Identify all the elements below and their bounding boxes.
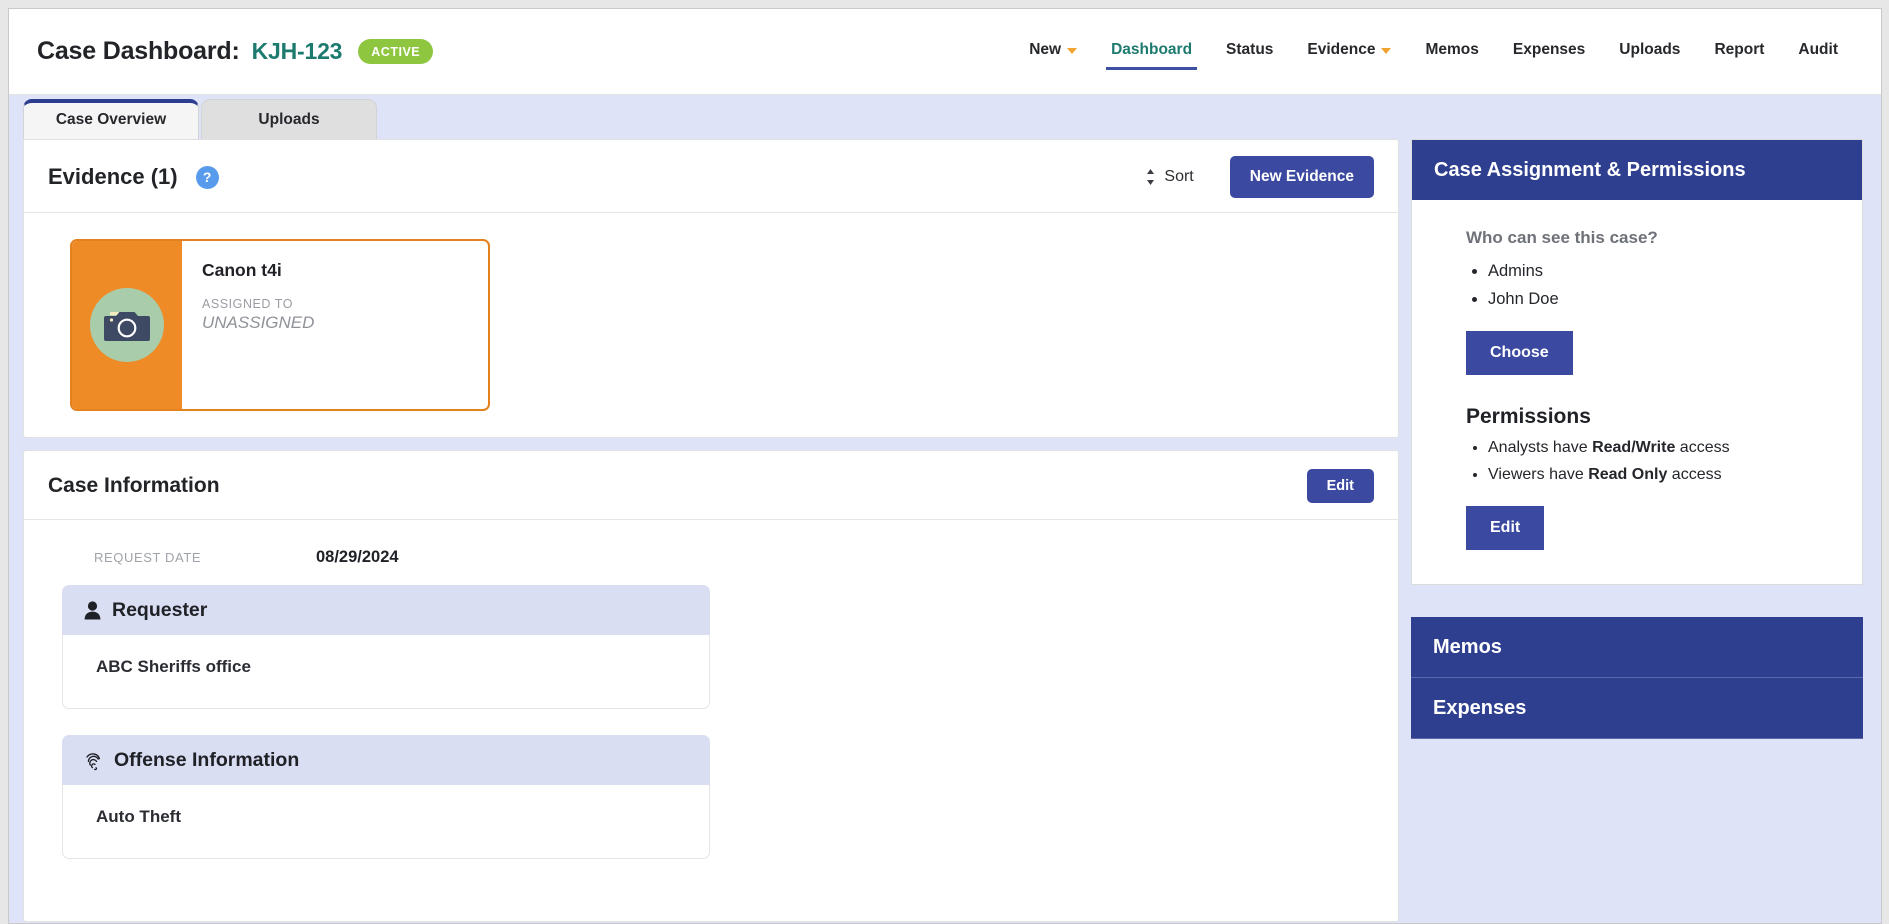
requester-group-value: ABC Sheriffs office [62,635,710,709]
evidence-card-name: Canon t4i [202,260,282,280]
case-information-title: Case Information [48,474,220,497]
case-assignment-header: Case Assignment & Permissions [1412,140,1862,200]
tab-case-overview[interactable]: Case Overview [23,99,199,139]
evidence-panel: Evidence (1) ? Sort New Evidence Canon t… [23,139,1399,438]
thumbnail-circle [90,288,164,362]
evidence-header-left: Evidence (1) ? [48,164,219,190]
requester-group: Requester ABC Sheriffs office [62,585,710,709]
permission-suffix: access [1667,466,1722,483]
requester-group-header: Requester [62,585,710,635]
nav-item-label: Expenses [1512,41,1586,58]
nav-item-dashboard[interactable]: Dashboard [1094,33,1209,70]
nav-item-report[interactable]: Report [1697,33,1781,70]
fingerprint-icon [86,753,101,771]
case-assignment-card: Case Assignment & Permissions Who can se… [1411,139,1863,585]
who-can-see-label: Who can see this case? [1466,228,1658,247]
camera-icon [104,312,150,341]
chevron-down-icon [1381,48,1392,54]
viewers-list: Admins John Doe [1466,262,1840,309]
permission-suffix: access [1675,439,1730,456]
nav-item-status[interactable]: Status [1209,33,1290,70]
question-mark-icon[interactable]: ? [195,165,219,189]
nav-item-memos[interactable]: Memos [1408,33,1495,70]
nav-item-label: Memos [1425,41,1479,58]
sort-arrows-icon [1145,168,1156,186]
offense-group-value: Auto Theft [62,785,710,859]
nav-item-label: Evidence [1307,41,1376,58]
status-badge: ACTIVE [358,39,434,64]
person-icon [84,601,101,620]
updown-arrows-icon [1147,169,1155,185]
collapsed-sections: Memos Expenses [1411,617,1863,739]
evidence-card-info: Canon t4i ASSIGNED TO UNASSIGNED [182,241,488,409]
case-information-edit-button[interactable]: Edit [1306,469,1374,503]
page-title-group: Case Dashboard: KJH-123 ACTIVE [37,37,434,66]
offense-group: Offense Information Auto Theft [62,735,710,859]
sidebar-column: Case Assignment & Permissions Who can se… [1411,139,1863,739]
evidence-header-right: Sort New Evidence [1145,156,1374,198]
permission-level: Read Only [1588,466,1668,483]
collapsed-section-memos[interactable]: Memos [1411,617,1863,678]
evidence-assignee-value: UNASSIGNED [202,313,315,332]
evidence-title: Evidence (1) [48,164,178,189]
sort-button[interactable]: Sort [1145,168,1194,186]
evidence-header: Evidence (1) ? Sort New Evidence [24,140,1398,213]
nav-item-label: Uploads [1619,41,1681,58]
nav-item-uploads[interactable]: Uploads [1602,33,1697,70]
permissions-title: Permissions [1466,405,1591,428]
main-column: Evidence (1) ? Sort New Evidence Canon t… [23,139,1399,922]
request-date-label: REQUEST DATE [94,550,202,565]
permission-prefix: Viewers have [1488,466,1589,483]
app-window: Case Dashboard: KJH-123 ACTIVE New Dashbo… [8,8,1882,924]
permissions-list: Analysts have Read/Write accessViewers h… [1466,439,1840,484]
viewer-item: John Doe [1488,290,1840,309]
offense-group-heading: Offense Information [114,749,300,771]
case-assignment-body: Who can see this case? Admins John Doe Ch… [1412,200,1862,584]
sort-label: Sort [1164,168,1194,185]
request-date-value: 08/29/2024 [316,548,399,566]
nav-item-audit[interactable]: Audit [1781,33,1855,70]
tab-uploads[interactable]: Uploads [201,99,377,139]
page-title: Case Dashboard: [37,37,240,65]
top-bar: Case Dashboard: KJH-123 ACTIVE New Dashbo… [9,9,1881,95]
request-date-row: REQUEST DATE 08/29/2024 [62,548,1374,567]
permission-item: Analysts have Read/Write access [1488,439,1840,457]
nav-item-label: New [1029,41,1062,58]
nav-item-label: Audit [1798,41,1838,58]
permission-item: Viewers have Read Only access [1488,466,1840,484]
evidence-card[interactable]: Canon t4i ASSIGNED TO UNASSIGNED [70,239,490,411]
nav-item-label: Status [1226,41,1274,58]
nav-item-new[interactable]: New [1012,33,1094,70]
viewer-item: Admins [1488,262,1840,281]
permission-level: Read/Write [1592,439,1676,456]
tab-bar: Case Overview Uploads [9,95,1881,139]
nav-item-evidence[interactable]: Evidence [1290,33,1408,70]
requester-group-heading: Requester [112,599,208,621]
evidence-list: Canon t4i ASSIGNED TO UNASSIGNED [24,213,1398,437]
nav-item-label: Report [1714,41,1765,58]
permissions-edit-button[interactable]: Edit [1466,506,1545,550]
case-number: KJH-123 [251,38,343,64]
permission-prefix: Analysts have [1488,439,1593,456]
nav-item-label: Dashboard [1111,41,1193,58]
case-information-body: REQUEST DATE 08/29/2024 Requester ABC Sh… [24,520,1398,859]
case-information-header: Case Information Edit [24,451,1398,520]
offense-group-header: Offense Information [62,735,710,785]
main-navigation: New Dashboard Status Evidence Memos Expenses U… [1012,33,1855,70]
chevron-down-icon [1067,48,1078,54]
nav-item-expenses[interactable]: Expenses [1496,33,1602,70]
content-area: Evidence (1) ? Sort New Evidence Canon t… [9,139,1881,922]
evidence-card-thumbnail [72,241,182,409]
new-evidence-button[interactable]: New Evidence [1229,156,1374,198]
choose-button[interactable]: Choose [1466,331,1573,375]
collapsed-section-expenses[interactable]: Expenses [1411,678,1863,739]
evidence-assigned-label: ASSIGNED TO [202,297,294,311]
case-information-panel: Case Information Edit REQUEST DATE 08/29… [23,450,1399,922]
